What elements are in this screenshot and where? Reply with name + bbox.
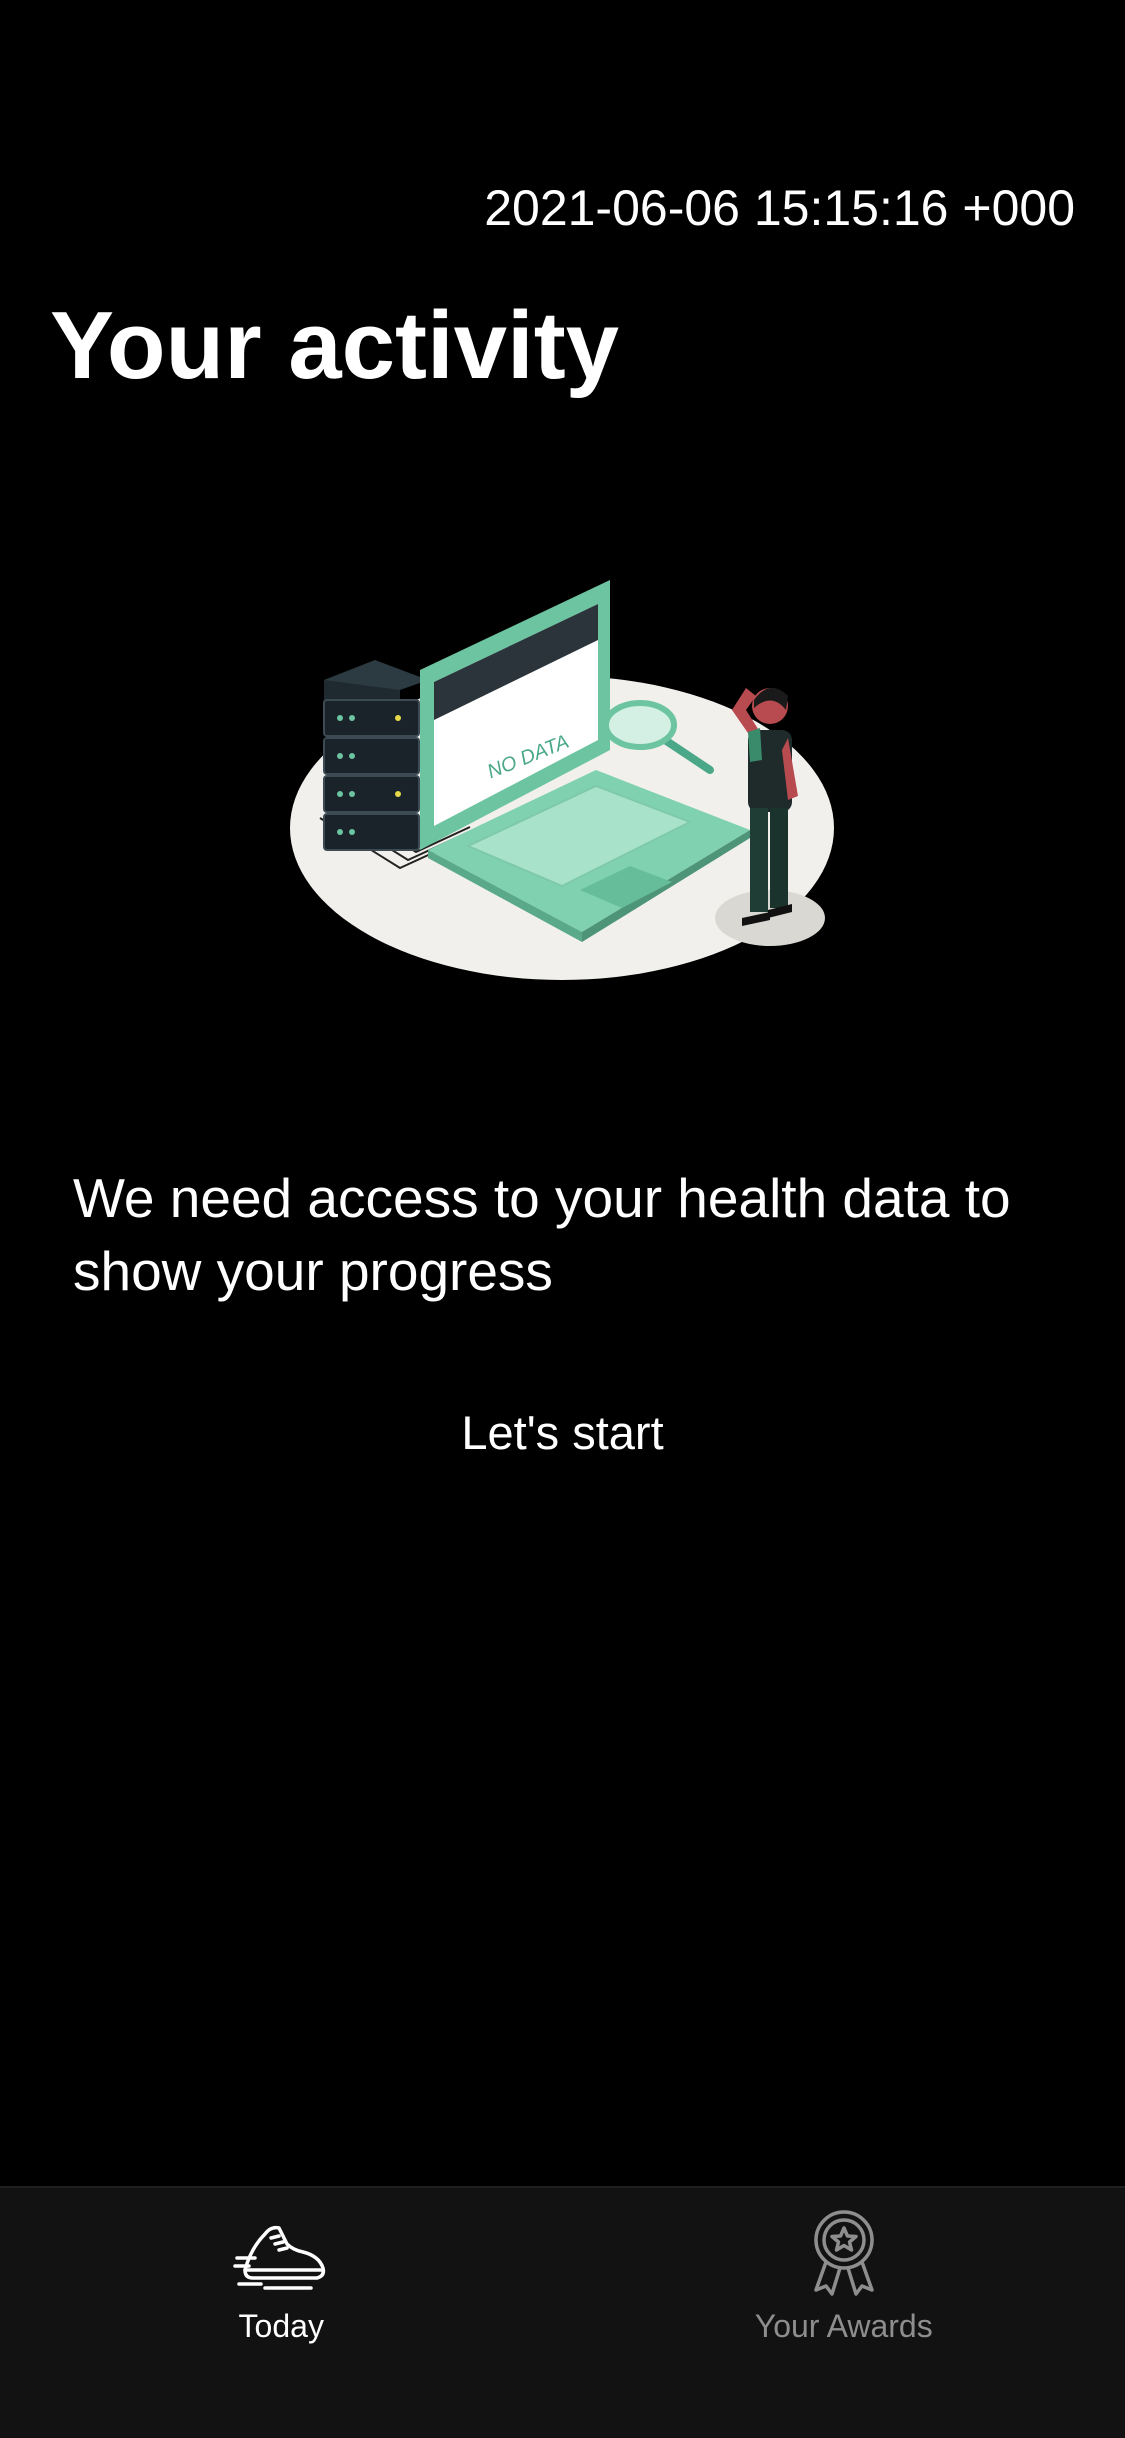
no-data-illustration: NO DATA [280,560,850,1000]
tab-today-label: Today [239,2306,324,2346]
health-access-message: We need access to your health data to sh… [73,1162,1073,1308]
tab-today[interactable]: Today [0,2188,563,2438]
tab-your-awards[interactable]: Your Awards [563,2188,1125,2438]
server-rack [324,660,428,850]
running-shoe-icon [231,2208,331,2298]
timestamp-label: 2021-06-06 15:15:16 +000 [484,176,1075,240]
page-title: Your activity [50,290,619,402]
tab-bar: Today Your Awards [0,2186,1125,2438]
lets-start-button[interactable]: Let's start [0,1392,1125,1472]
award-medal-icon [794,2208,894,2298]
tab-your-awards-label: Your Awards [755,2306,933,2346]
